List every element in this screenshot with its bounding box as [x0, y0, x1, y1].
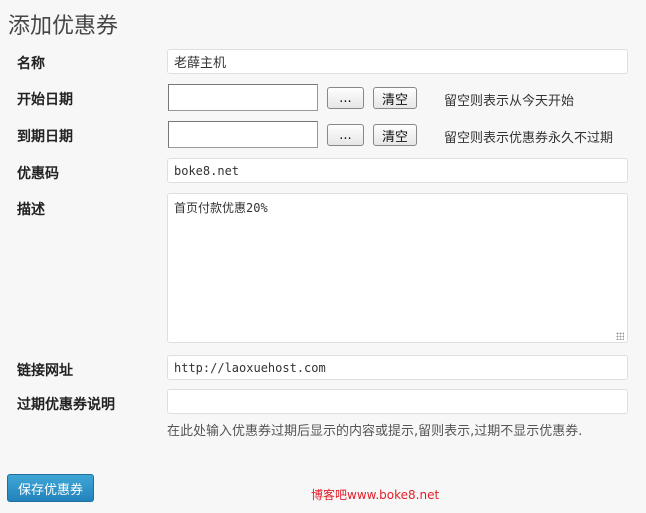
name-label: 名称 [17, 56, 45, 72]
name-input[interactable] [167, 49, 628, 74]
start-date-pick-button[interactable]: ... [327, 87, 364, 109]
expired-note-label: 过期优惠券说明 [17, 397, 115, 413]
link-input[interactable] [167, 355, 628, 380]
description-label: 描述 [17, 202, 45, 218]
start-date-clear-button[interactable]: 清空 [373, 87, 417, 109]
start-date-label: 开始日期 [17, 92, 73, 108]
expired-note-input[interactable] [167, 389, 628, 414]
save-coupon-button[interactable]: 保存优惠券 [7, 474, 94, 502]
start-date-input[interactable] [168, 84, 318, 111]
watermark-text: 博客吧www.boke8.net [311, 488, 440, 502]
page-title: 添加优惠券 [8, 14, 119, 39]
end-date-label: 到期日期 [17, 129, 73, 145]
link-label: 链接网址 [17, 363, 73, 379]
code-label: 优惠码 [17, 166, 59, 182]
start-date-hint: 留空则表示从今天开始 [444, 94, 575, 109]
expired-note-help: 在此处输入优惠券过期后显示的内容或提示,留则表示,过期不显示优惠券. [167, 424, 583, 439]
code-input[interactable] [167, 158, 628, 183]
resize-grip-icon[interactable] [616, 332, 624, 340]
end-date-hint: 留空则表示优惠券永久不过期 [444, 131, 614, 146]
description-textarea[interactable]: 首页付款优惠20% [167, 193, 628, 343]
end-date-clear-button[interactable]: 清空 [373, 124, 417, 146]
end-date-input[interactable] [168, 121, 318, 148]
end-date-pick-button[interactable]: ... [327, 124, 364, 146]
